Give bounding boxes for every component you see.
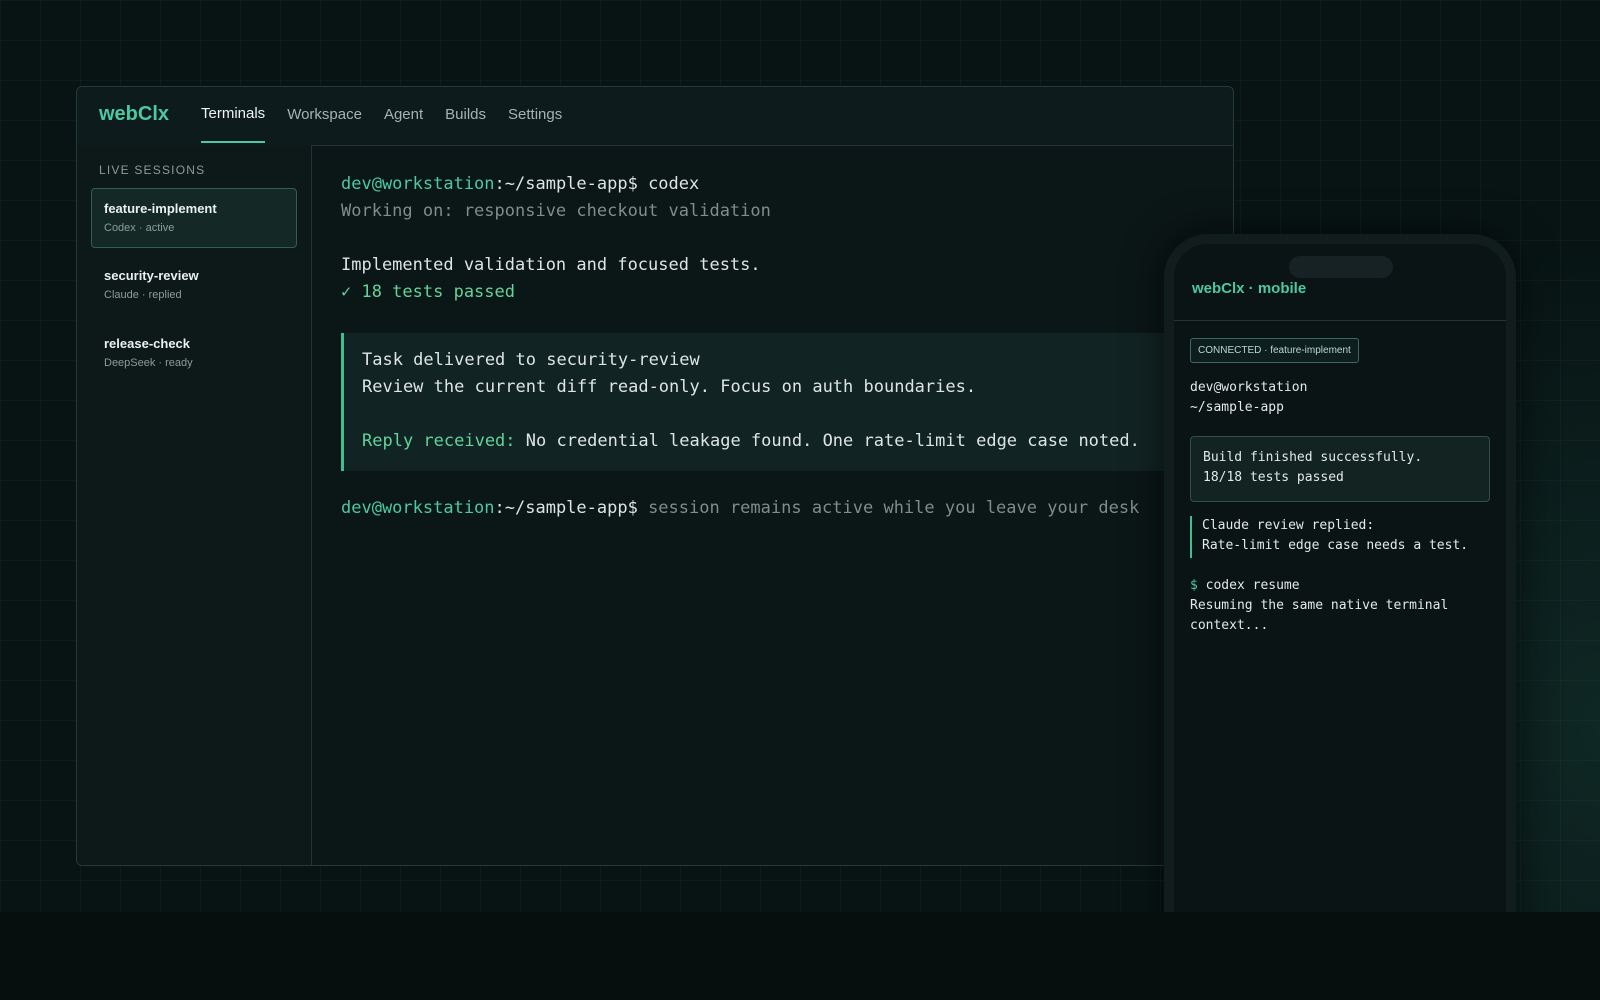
mobile-resume-line-2: context...: [1190, 618, 1269, 633]
session-title: security-review: [104, 268, 199, 283]
session-title: feature-implement: [104, 201, 217, 216]
delivery-body: Review the current diff read-only. Focus…: [362, 377, 977, 397]
terminal-pane[interactable]: dev@workstation:~/sample-app$ codex Work…: [311, 145, 1233, 865]
terminal-prompt-line: dev@workstation:~/sample-app$ codex: [341, 171, 699, 198]
tab-builds[interactable]: Builds: [445, 87, 486, 145]
main-nav: Terminals Workspace Agent Builds Setting…: [201, 87, 584, 145]
tab-workspace[interactable]: Workspace: [287, 87, 362, 145]
build-status-text: Build finished successfully.: [1203, 450, 1423, 465]
prompt-user: dev@workstation: [341, 174, 495, 194]
build-status-card: Build finished successfully. 18/18 tests…: [1190, 436, 1490, 502]
session-title: release-check: [104, 336, 191, 351]
mobile-user: dev@workstation: [1190, 380, 1308, 395]
mobile-header: webClx · mobile: [1174, 244, 1506, 321]
review-title: Claude review replied:: [1202, 518, 1375, 533]
reply-text: No credential leakage found. One rate-li…: [515, 431, 1140, 451]
review-reply-card: Claude review replied: Rate-limit edge c…: [1190, 516, 1492, 558]
sessions-sidebar: LIVE SESSIONS feature-implement Codex · …: [77, 145, 312, 865]
mobile-command: codex resume: [1197, 578, 1300, 593]
desktop-window: webClx Terminals Workspace Agent Builds …: [76, 86, 1234, 866]
build-tests-text: 18/18 tests passed: [1203, 470, 1344, 485]
mobile-device: webClx · mobile CONNECTED · feature-impl…: [1164, 234, 1516, 912]
delivery-title: Task delivered to security-review: [362, 350, 700, 370]
session-security-review[interactable]: security-review Claude · replied: [91, 255, 297, 315]
tab-settings[interactable]: Settings: [508, 87, 562, 145]
phone-notch: [1289, 256, 1393, 278]
tab-agent[interactable]: Agent: [384, 87, 423, 145]
terminal-tests-line: ✓ 18 tests passed: [341, 282, 515, 302]
tab-terminals[interactable]: Terminals: [201, 87, 266, 143]
prompt-symbol: $: [1190, 578, 1198, 593]
delivery-block: Task delivered to security-review Review…: [341, 333, 1233, 471]
mobile-resume-line-1: Resuming the same native terminal: [1190, 598, 1449, 613]
top-navigation-bar: webClx Terminals Workspace Agent Builds …: [77, 87, 1233, 146]
sidebar-heading: LIVE SESSIONS: [99, 163, 206, 177]
app-logo[interactable]: webClx: [99, 103, 169, 126]
prompt-user: dev@workstation: [341, 498, 495, 518]
prompt-path: :~/sample-app$: [494, 174, 638, 194]
prompt-path: :~/sample-app$: [494, 498, 638, 518]
terminal-result-line: Implemented validation and focused tests…: [341, 255, 761, 275]
session-subtitle: DeepSeek · ready: [104, 357, 193, 369]
session-feature-implement[interactable]: feature-implement Codex · active: [91, 188, 297, 248]
terminal-hint: session remains active while you leave y…: [637, 498, 1140, 518]
terminal-working-line: Working on: responsive checkout validati…: [341, 201, 771, 221]
session-release-check[interactable]: release-check DeepSeek · ready: [91, 323, 297, 383]
background-stage: webClx Terminals Workspace Agent Builds …: [0, 0, 1600, 912]
bottom-band: [0, 912, 1600, 1000]
mobile-command-line: $ codex resume: [1190, 576, 1300, 596]
mobile-path: ~/sample-app: [1190, 400, 1284, 415]
delivery-reply: Reply received: No credential leakage fo…: [362, 428, 1140, 455]
session-subtitle: Claude · replied: [104, 289, 182, 301]
mobile-brand: webClx · mobile: [1192, 280, 1307, 297]
session-subtitle: Codex · active: [104, 222, 175, 234]
connection-badge: CONNECTED · feature-implement: [1190, 338, 1359, 363]
review-text: Rate-limit edge case needs a test.: [1202, 538, 1469, 553]
terminal-command: codex: [637, 174, 700, 194]
reply-label: Reply received:: [362, 431, 516, 451]
terminal-final-prompt: dev@workstation:~/sample-app$ session re…: [341, 495, 1139, 522]
